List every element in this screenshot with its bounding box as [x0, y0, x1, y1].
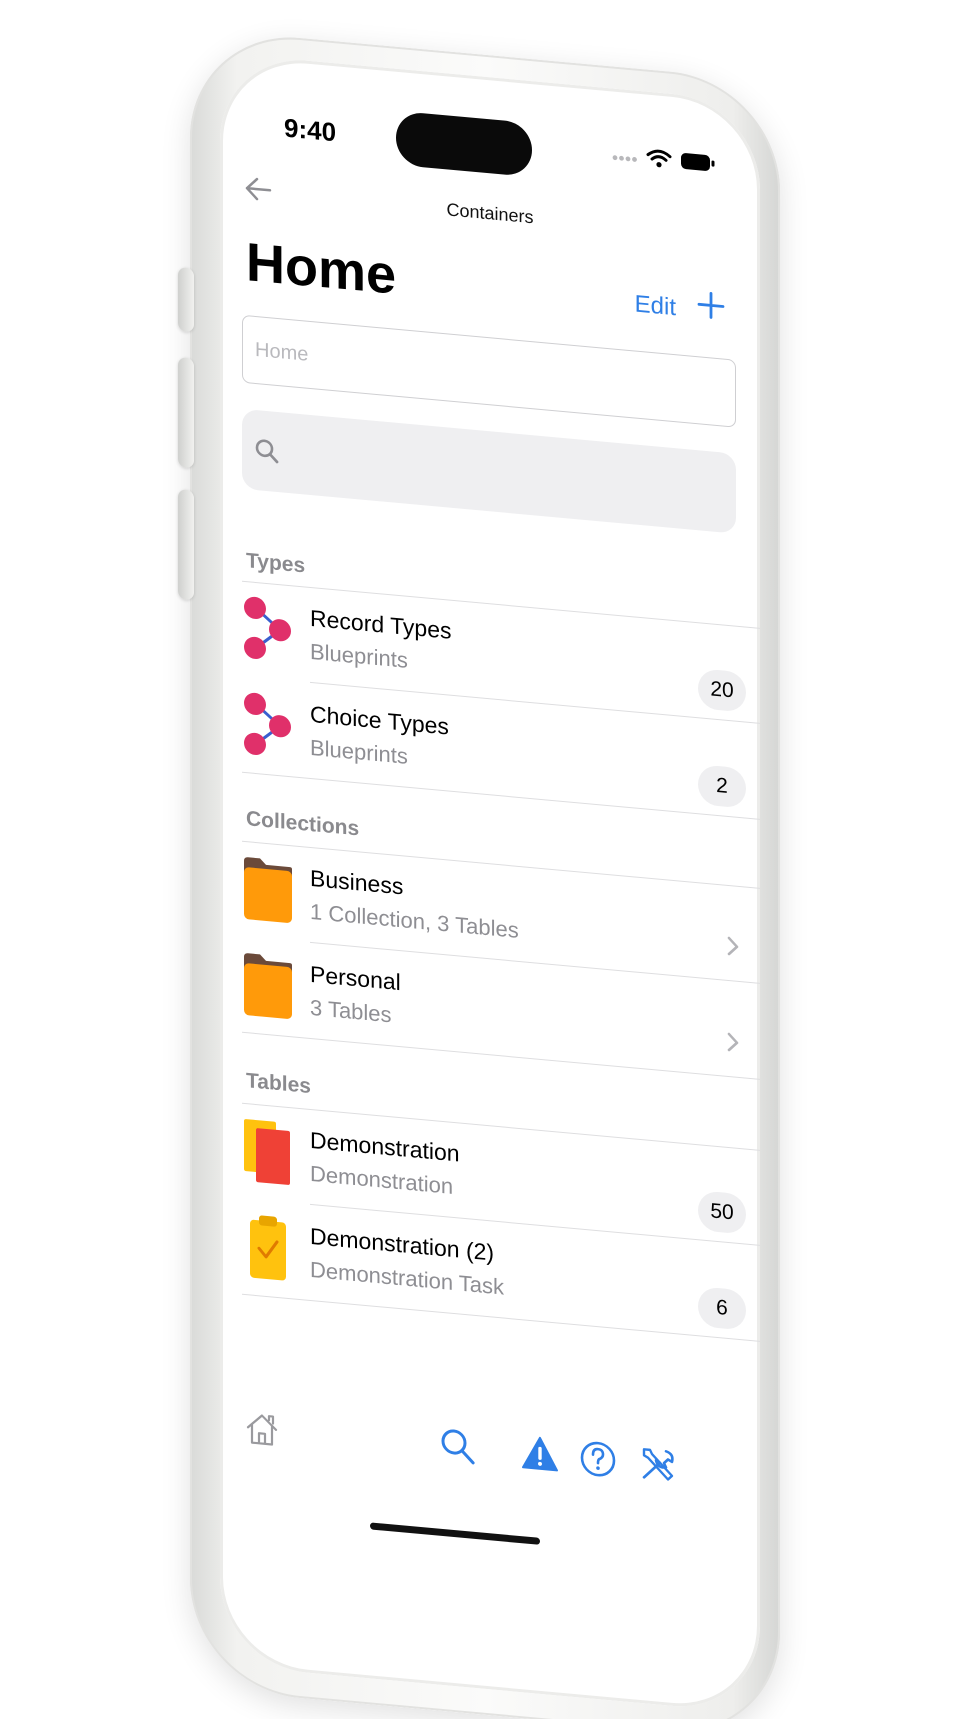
section-header-types: Types: [246, 549, 306, 578]
dynamic-island: [396, 110, 532, 178]
volume-up-button: [178, 356, 194, 469]
status-time: 9:40: [284, 112, 337, 148]
edit-button[interactable]: Edit: [635, 290, 676, 322]
clipboard-icon: [250, 1215, 286, 1281]
search-input[interactable]: [242, 408, 736, 534]
row-title: Record Types: [310, 604, 452, 644]
wifi-icon: [646, 149, 672, 168]
row-subtitle: 3 Tables: [310, 994, 392, 1028]
plus-icon: [697, 292, 725, 319]
cellular-signal-icon: [612, 155, 637, 162]
row-divider: [242, 1031, 760, 1080]
tab-home[interactable]: [242, 1407, 286, 1455]
page-title: Home: [246, 232, 397, 306]
row-subtitle: Blueprints: [310, 734, 408, 769]
chevron-right-icon: [726, 1029, 740, 1061]
tab-help[interactable]: [578, 1437, 622, 1485]
volume-down-button: [178, 488, 194, 601]
warning-icon: [522, 1436, 558, 1472]
tab-tools[interactable]: [638, 1443, 682, 1491]
container-name-field[interactable]: Home: [242, 314, 736, 428]
record-types-icon: [244, 596, 291, 659]
row-divider: [242, 1293, 760, 1342]
home-indicator: [370, 1522, 540, 1545]
screen: 9:40 Containers Home Edit Home Types Rec…: [220, 52, 760, 1714]
row-subtitle: Demonstration: [310, 1160, 454, 1199]
count-badge: 2: [698, 764, 746, 809]
row-title: Choice Types: [310, 700, 449, 740]
search-icon: [441, 1429, 475, 1465]
folder-icon: [244, 857, 292, 923]
tools-icon: [642, 1448, 674, 1481]
help-icon: [580, 1441, 616, 1477]
tab-search[interactable]: [438, 1425, 482, 1473]
row-title: Business: [310, 864, 404, 900]
home-icon: [246, 1414, 278, 1446]
chevron-right-icon: [726, 933, 740, 965]
tab-bar: [220, 1405, 760, 1524]
add-button[interactable]: [696, 284, 726, 332]
row-subtitle: 1 Collection, 3 Tables: [310, 898, 519, 943]
section-header-collections: Collections: [246, 807, 360, 841]
action-button: [178, 266, 194, 333]
section-header-tables: Tables: [246, 1069, 311, 1099]
count-badge: 50: [698, 1190, 746, 1235]
tab-warnings[interactable]: [520, 1432, 564, 1480]
name-field-placeholder: Home: [255, 338, 309, 366]
phone-body: 9:40 Containers Home Edit Home Types Rec…: [178, 28, 780, 1719]
row-subtitle: Blueprints: [310, 638, 408, 673]
count-badge: 20: [698, 668, 746, 713]
search-icon: [255, 439, 279, 464]
status-icons: [612, 144, 716, 173]
row-title: Demonstration: [310, 1126, 460, 1167]
row-divider: [242, 771, 760, 820]
choice-types-icon: [244, 692, 291, 755]
cards-icon: [244, 1119, 290, 1185]
device-mockup: 9:40 Containers Home Edit Home Types Rec…: [0, 0, 960, 1719]
row-title: Personal: [310, 960, 401, 996]
folder-icon: [244, 953, 292, 1019]
count-badge: 6: [698, 1286, 746, 1331]
battery-icon: [681, 153, 715, 171]
